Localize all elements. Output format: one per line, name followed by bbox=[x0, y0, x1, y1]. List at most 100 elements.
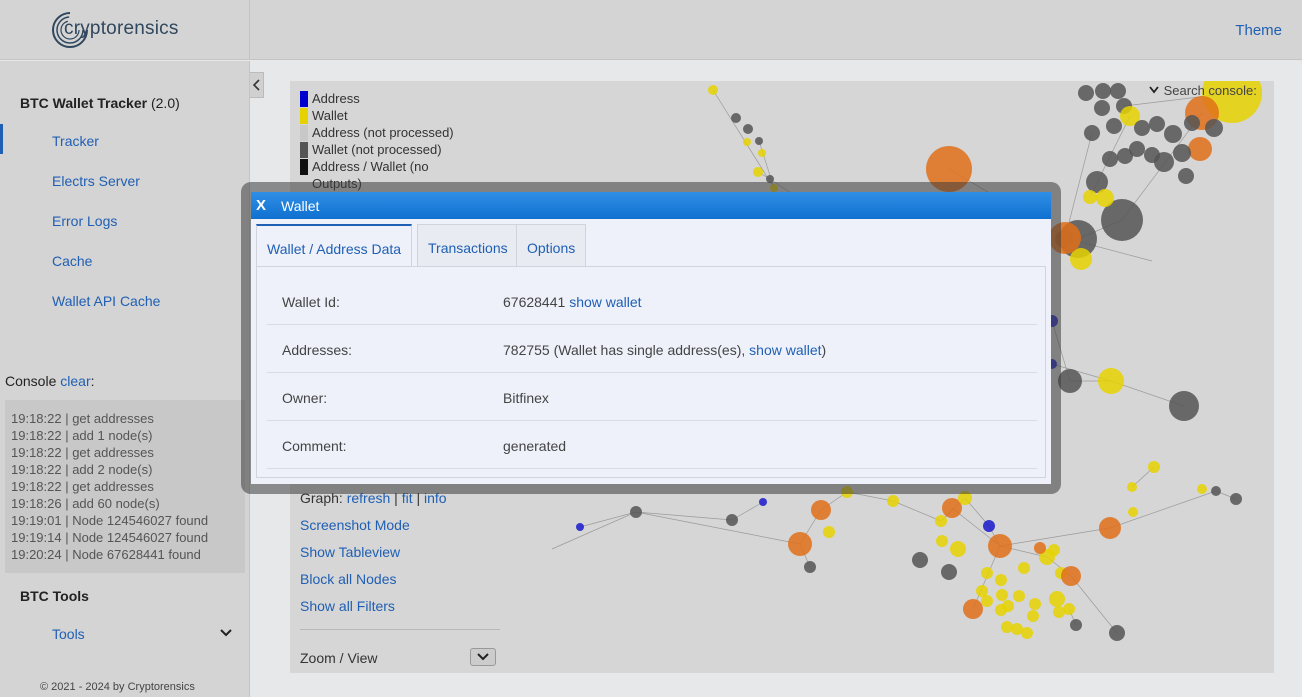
graph-node[interactable] bbox=[1094, 100, 1110, 116]
graph-node[interactable] bbox=[1013, 590, 1025, 602]
graph-node[interactable] bbox=[995, 604, 1007, 616]
graph-node[interactable] bbox=[1188, 137, 1212, 161]
graph-node[interactable] bbox=[1084, 125, 1100, 141]
console-label-text: Console bbox=[5, 373, 57, 389]
graph-node[interactable] bbox=[743, 124, 753, 134]
show-wallet-link[interactable]: show wallet bbox=[569, 294, 641, 310]
sidebar-item-tools[interactable]: Tools bbox=[52, 626, 85, 642]
graph-node[interactable] bbox=[981, 595, 993, 607]
graph-node[interactable] bbox=[1061, 566, 1081, 586]
chevron-down-icon[interactable] bbox=[218, 625, 234, 641]
graph-node[interactable] bbox=[1169, 391, 1199, 421]
screenshot-mode-link[interactable]: Screenshot Mode bbox=[300, 517, 410, 533]
console-log[interactable]: 19:18:22 | get addresses 19:18:22 | add 1… bbox=[5, 400, 245, 573]
sidebar-item-wallet-api-cache[interactable]: Wallet API Cache bbox=[52, 293, 160, 309]
dialog-title: Wallet bbox=[281, 198, 320, 214]
graph-node[interactable] bbox=[743, 138, 751, 146]
graph-node[interactable] bbox=[1109, 625, 1125, 641]
graph-node[interactable] bbox=[996, 589, 1008, 601]
tab-wallet-address-data[interactable]: Wallet / Address Data bbox=[256, 224, 413, 266]
graph-node[interactable] bbox=[1018, 562, 1030, 574]
graph-node[interactable] bbox=[950, 541, 966, 557]
graph-node[interactable] bbox=[1205, 119, 1223, 137]
graph-node[interactable] bbox=[1011, 623, 1023, 635]
graph-node[interactable] bbox=[1029, 598, 1041, 610]
graph-node[interactable] bbox=[788, 532, 812, 556]
graph-node[interactable] bbox=[983, 520, 995, 532]
graph-node[interactable] bbox=[811, 500, 831, 520]
sidebar-item-electrs-server[interactable]: Electrs Server bbox=[52, 173, 140, 189]
tab-transactions[interactable]: Transactions bbox=[417, 224, 519, 266]
graph-node[interactable] bbox=[912, 552, 928, 568]
show-tableview-link[interactable]: Show Tableview bbox=[300, 544, 400, 560]
graph-node[interactable] bbox=[1173, 144, 1191, 162]
sidebar-item-cache[interactable]: Cache bbox=[52, 253, 92, 269]
graph-node[interactable] bbox=[1098, 368, 1124, 394]
block-all-nodes-link[interactable]: Block all Nodes bbox=[300, 571, 397, 587]
console-clear-link[interactable]: clear bbox=[60, 373, 90, 389]
graph-node[interactable] bbox=[887, 495, 899, 507]
graph-node[interactable] bbox=[1144, 147, 1160, 163]
graph-node[interactable] bbox=[1110, 83, 1126, 99]
graph-node[interactable] bbox=[576, 523, 584, 531]
graph-node[interactable] bbox=[1127, 482, 1137, 492]
graph-node[interactable] bbox=[823, 526, 835, 538]
graph-node[interactable] bbox=[759, 498, 767, 506]
graph-node[interactable] bbox=[630, 506, 642, 518]
graph-node[interactable] bbox=[1211, 486, 1221, 496]
graph-node[interactable] bbox=[988, 534, 1012, 558]
graph-node[interactable] bbox=[1095, 83, 1111, 99]
graph-node[interactable] bbox=[1134, 120, 1150, 136]
graph-node[interactable] bbox=[1001, 621, 1013, 633]
graph-node[interactable] bbox=[963, 599, 983, 619]
theme-link[interactable]: Theme bbox=[1235, 22, 1282, 39]
graph-node[interactable] bbox=[708, 85, 718, 95]
graph-node[interactable] bbox=[936, 535, 948, 547]
graph-node[interactable] bbox=[1106, 118, 1122, 134]
graph-node[interactable] bbox=[1184, 115, 1200, 131]
sidebar-item-error-logs[interactable]: Error Logs bbox=[52, 213, 117, 229]
graph-node[interactable] bbox=[1102, 151, 1118, 167]
graph-node[interactable] bbox=[1027, 610, 1039, 622]
graph-node[interactable] bbox=[1128, 507, 1138, 517]
show-all-filters-link[interactable]: Show all Filters bbox=[300, 598, 395, 614]
graph-node[interactable] bbox=[755, 137, 763, 145]
graph-node[interactable] bbox=[1148, 461, 1160, 473]
graph-node[interactable] bbox=[1096, 189, 1114, 207]
graph-node[interactable] bbox=[1078, 85, 1094, 101]
tab-options[interactable]: Options bbox=[516, 224, 587, 266]
graph-node[interactable] bbox=[935, 515, 947, 527]
graph-node[interactable] bbox=[1149, 116, 1165, 132]
graph-node[interactable] bbox=[1070, 619, 1082, 631]
addresses-label: Addresses: bbox=[282, 342, 353, 358]
graph-node[interactable] bbox=[1034, 542, 1046, 554]
graph-node[interactable] bbox=[758, 149, 766, 157]
graph-node[interactable] bbox=[1178, 168, 1194, 184]
section-title-btc-tools: BTC Tools bbox=[20, 588, 89, 604]
graph-node[interactable] bbox=[1053, 606, 1065, 618]
graph-node[interactable] bbox=[1230, 493, 1242, 505]
graph-node[interactable] bbox=[731, 113, 741, 123]
graph-node[interactable] bbox=[1083, 190, 1097, 204]
sidebar-item-tracker[interactable]: Tracker bbox=[52, 133, 99, 149]
console-line: 19:18:22 | get addresses bbox=[11, 411, 154, 426]
graph-node[interactable] bbox=[941, 564, 957, 580]
graph-node[interactable] bbox=[1197, 484, 1207, 494]
graph-node[interactable] bbox=[995, 574, 1007, 586]
search-console[interactable]: Search console: bbox=[1148, 83, 1257, 98]
zoom-view-toggle[interactable] bbox=[470, 648, 496, 666]
graph-node[interactable] bbox=[1117, 148, 1133, 164]
graph-node[interactable] bbox=[1049, 591, 1065, 607]
graph-node[interactable] bbox=[1164, 125, 1182, 143]
graph-node[interactable] bbox=[1058, 369, 1082, 393]
graph-node[interactable] bbox=[753, 167, 763, 177]
logo[interactable]: cryptorensics bbox=[50, 10, 210, 50]
close-button[interactable]: X bbox=[256, 197, 266, 214]
show-wallet-link[interactable]: show wallet bbox=[749, 342, 821, 358]
graph-node[interactable] bbox=[981, 567, 993, 579]
sidebar-collapse-button[interactable] bbox=[250, 72, 264, 98]
graph-node[interactable] bbox=[1099, 517, 1121, 539]
graph-node[interactable] bbox=[726, 514, 738, 526]
graph-node[interactable] bbox=[1048, 544, 1060, 556]
graph-node[interactable] bbox=[804, 561, 816, 573]
